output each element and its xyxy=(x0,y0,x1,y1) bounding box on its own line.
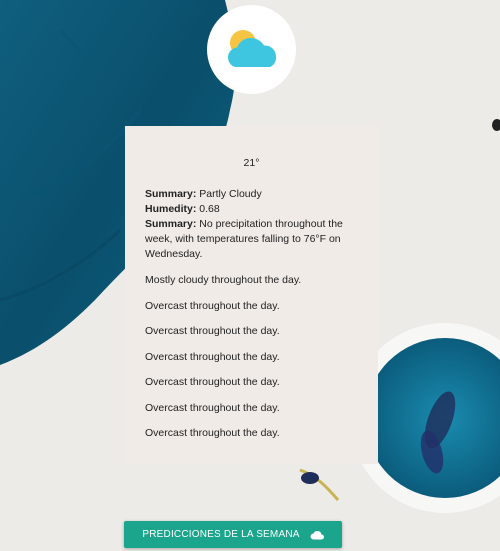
daily-forecast-item: Overcast throughout the day. xyxy=(145,299,280,312)
daily-forecast-item: Overcast throughout the day. xyxy=(145,401,280,414)
summary-line: Summary: Partly Cloudy xyxy=(145,187,358,202)
week-summary-label: Summary: xyxy=(145,218,197,230)
daily-forecast-item: Overcast throughout the day. xyxy=(145,350,280,363)
daily-forecast-item: Overcast throughout the day. xyxy=(145,325,280,337)
week-predictions-button[interactable]: Predicciones de la semana xyxy=(124,521,342,548)
cloud-icon xyxy=(310,530,324,539)
daily-forecast-item: Mostly cloudy throughout the day. xyxy=(145,274,302,286)
summary-label: Summary: xyxy=(145,188,197,200)
partly-cloudy-icon xyxy=(227,29,276,67)
daily-forecast-list: Mostly cloudy throughout the day. Overca… xyxy=(145,273,358,441)
week-summary-line: Summary: No precipitation throughout the… xyxy=(145,217,358,262)
humidity-line: Humedity: 0.68 xyxy=(145,202,358,217)
daily-forecast-item: Overcast throughout the day. xyxy=(145,376,280,388)
summary-value: Partly Cloudy xyxy=(199,188,262,200)
humidity-label: Humedity: xyxy=(145,203,197,215)
temperature: 21° xyxy=(243,157,260,169)
daily-forecast-item: Overcast throughout the day. xyxy=(145,427,280,439)
weather-card: 21° Summary: Partly Cloudy Humedity: 0.6… xyxy=(125,126,378,464)
humidity-value: 0.68 xyxy=(199,203,220,215)
current-summary: Summary: Partly Cloudy Humedity: 0.68 Su… xyxy=(145,187,358,262)
weather-logo xyxy=(207,5,296,94)
week-predictions-label: Predicciones de la semana xyxy=(142,529,300,540)
